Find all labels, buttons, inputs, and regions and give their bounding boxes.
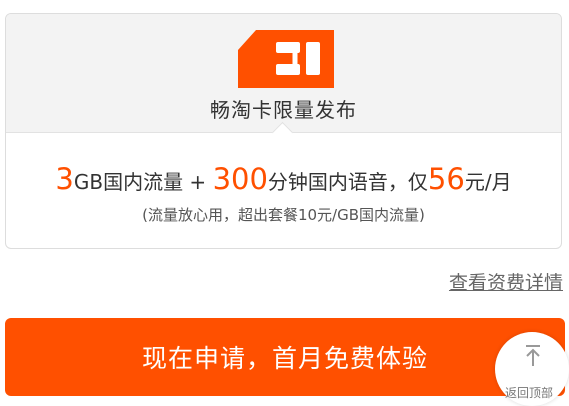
card-header: 畅淘卡限量发布 [6, 14, 561, 133]
arrow-up-icon [526, 345, 540, 366]
plan-summary: 3GB国内流量 + 300分钟国内语音，仅56元/月 [6, 162, 561, 196]
sim-card-icon [238, 30, 334, 88]
price-amount: 56 [427, 162, 465, 196]
plan-card: 畅淘卡限量发布 3GB国内流量 + 300分钟国内语音，仅56元/月 (流量放心… [5, 13, 562, 249]
minutes-text: 分钟国内语音，仅 [267, 170, 428, 194]
data-amount: 3 [55, 162, 74, 196]
plan-note: (流量放心用，超出套餐10元/GB国内流量) [142, 206, 425, 224]
back-to-top-label: 返回顶部 [505, 386, 554, 400]
apply-button-label: 现在申请，首月免费体验 [141, 344, 428, 373]
card-title: 畅淘卡限量发布 [210, 98, 357, 122]
apply-now-button[interactable]: 现在申请，首月免费体验 [5, 318, 565, 396]
minutes-amount: 300 [212, 162, 268, 196]
price-unit: 元/月 [464, 170, 512, 194]
back-to-top-button[interactable]: 返回顶部 [495, 332, 569, 406]
data-text: GB国内流量 + [73, 170, 213, 194]
view-pricing-details-link[interactable]: 查看资费详情 [449, 268, 563, 295]
